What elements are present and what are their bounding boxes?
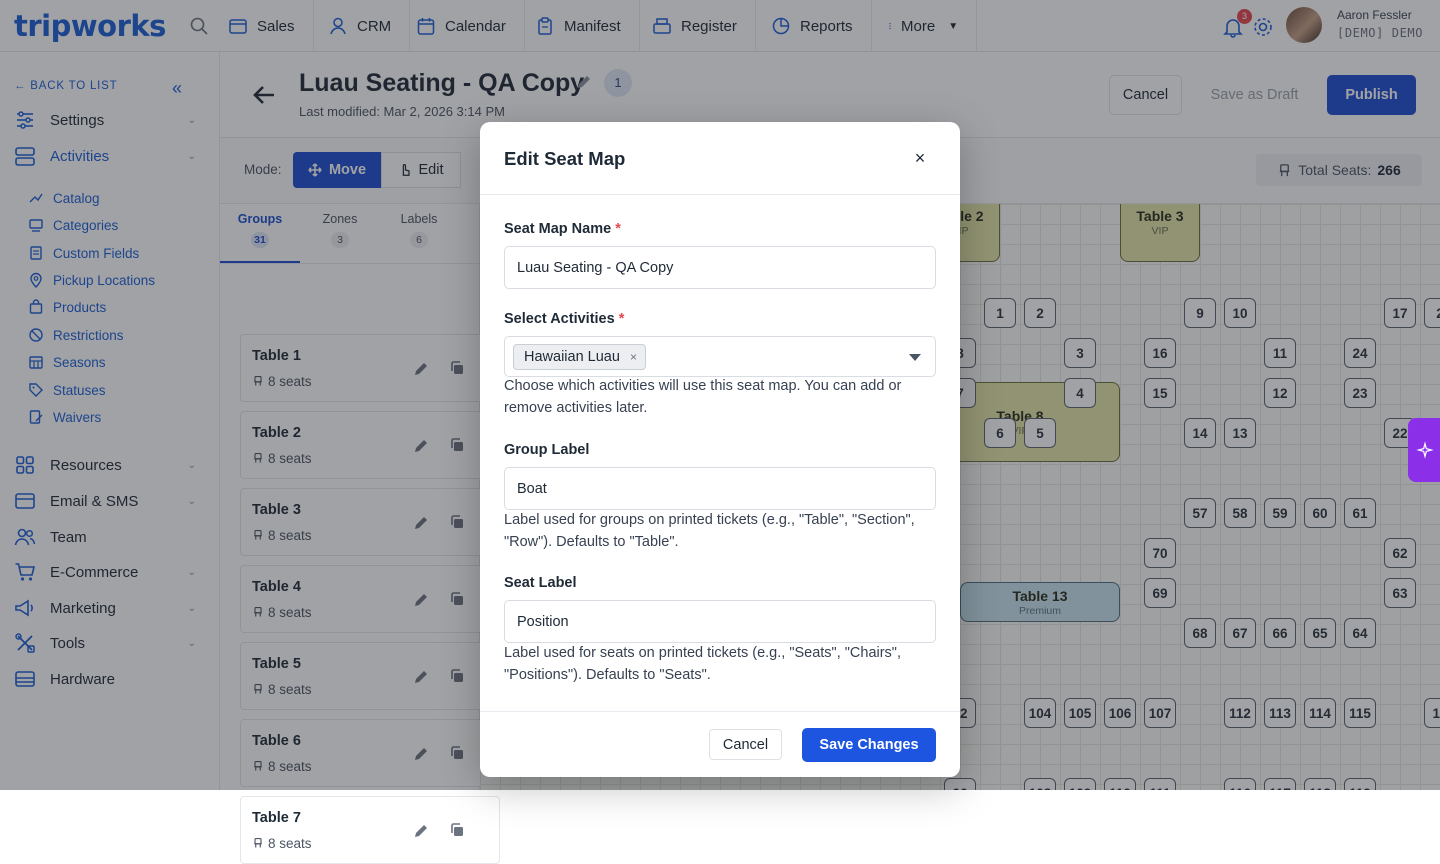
- group-label-label: Group Label: [504, 442, 590, 458]
- dialog-cancel-button[interactable]: Cancel: [709, 729, 782, 760]
- seat-icon: [254, 837, 262, 848]
- seat-label-help-text: Label used for seats on printed tickets …: [504, 645, 901, 683]
- caret-down-icon[interactable]: [909, 354, 921, 361]
- group-name: Table 7: [252, 810, 301, 826]
- close-icon[interactable]: ×: [910, 148, 930, 168]
- activity-chip: Hawaiian Luau ×: [513, 343, 646, 370]
- seat-map-name-label: Seat Map Name *: [504, 221, 621, 237]
- group-seat-count: 8 seats: [252, 836, 312, 851]
- dialog-header: Edit Seat Map ×: [480, 122, 960, 195]
- group-seat-count-text: 8 seats: [268, 836, 312, 851]
- edit-seat-map-dialog: Edit Seat Map × Seat Map Name * Luau Sea…: [480, 122, 960, 777]
- dialog-title: Edit Seat Map: [504, 148, 626, 169]
- sparkle-icon: [1416, 441, 1434, 459]
- seat-label-label: Seat Label: [504, 575, 577, 591]
- activity-chip-label: Hawaiian Luau: [524, 348, 620, 365]
- group-label-help-text: Label used for groups on printed tickets…: [504, 512, 915, 550]
- field-label-text: Seat Map Name: [504, 221, 612, 237]
- save-changes-button[interactable]: Save Changes: [802, 728, 936, 762]
- seat-label-input[interactable]: Position: [504, 600, 936, 643]
- remove-chip-icon[interactable]: ×: [630, 350, 637, 364]
- required-mark: *: [615, 221, 621, 237]
- dialog-footer: Cancel Save Changes: [480, 711, 960, 777]
- activities-help-text: Choose which activities will use this se…: [504, 378, 902, 416]
- select-activities-label: Select Activities *: [504, 311, 624, 327]
- field-label-text: Select Activities: [504, 311, 615, 327]
- ai-assistant-tab[interactable]: [1408, 418, 1440, 482]
- required-mark: *: [618, 311, 625, 327]
- pencil-icon[interactable]: [413, 823, 429, 839]
- group-card[interactable]: Table 7 8 seats: [240, 796, 500, 864]
- seat-map-name-input[interactable]: Luau Seating - QA Copy: [504, 246, 936, 289]
- activities-select[interactable]: Hawaiian Luau ×: [504, 336, 936, 377]
- copy-icon[interactable]: [449, 822, 465, 838]
- group-label-input[interactable]: Boat: [504, 467, 936, 510]
